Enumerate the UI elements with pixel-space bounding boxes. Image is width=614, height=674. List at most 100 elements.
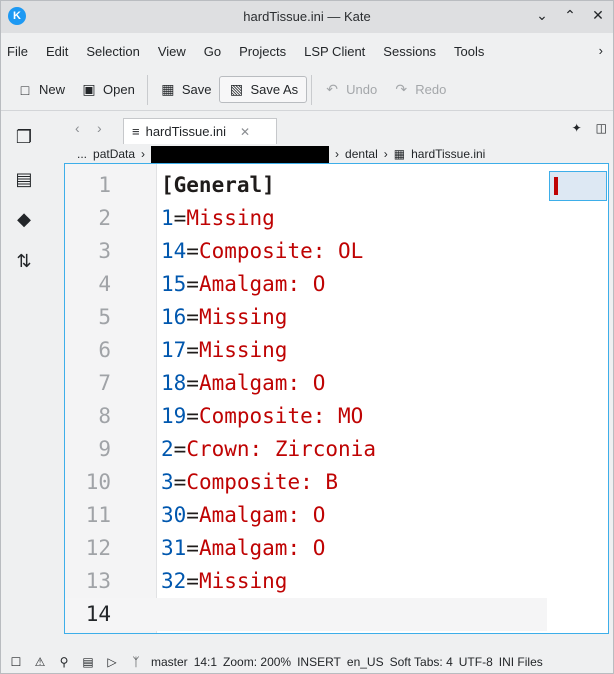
- line-number: 7: [98, 371, 111, 395]
- input-mode[interactable]: INSERT: [297, 655, 341, 669]
- ini-key: 15: [161, 272, 187, 296]
- symbol-outline-icon[interactable]: ⇅: [13, 250, 35, 272]
- ini-equals: =: [173, 470, 187, 494]
- ini-equals: =: [186, 272, 199, 296]
- ini-key: 31: [161, 536, 187, 560]
- new-document-icon: □: [20, 81, 30, 98]
- breadcrumb-item-dental[interactable]: dental: [345, 147, 378, 161]
- code-line: 30=Amalgam: O: [161, 499, 325, 532]
- git-branch-icon: ᛉ: [132, 655, 140, 669]
- ini-equals: =: [186, 404, 199, 428]
- pin-icon[interactable]: ✦: [572, 121, 582, 135]
- ini-equals: =: [186, 305, 199, 329]
- encoding[interactable]: UTF-8: [459, 655, 493, 669]
- ini-key: 18: [161, 371, 187, 395]
- maximize-icon[interactable]: ⌃: [563, 7, 577, 24]
- line-number: 14: [85, 602, 111, 626]
- window-title: hardTissue.ini — Kate: [243, 9, 371, 24]
- indentation[interactable]: Soft Tabs: 4: [390, 655, 453, 669]
- menu-tools[interactable]: Tools: [445, 44, 493, 59]
- ini-value: Composite: B: [186, 470, 339, 494]
- terminal-icon[interactable]: ▷: [103, 655, 121, 669]
- redo-button[interactable]: ↷ Redo: [385, 77, 454, 102]
- menu-lsp-client[interactable]: LSP Client: [295, 44, 374, 59]
- menu-sessions[interactable]: Sessions: [374, 44, 445, 59]
- git-branch[interactable]: master: [151, 655, 188, 669]
- projects-panel-icon[interactable]: ▤: [13, 168, 35, 190]
- breadcrumb-ellipsis[interactable]: ...: [77, 147, 87, 161]
- open-button[interactable]: ▣ Open: [73, 77, 143, 102]
- split-view-icon[interactable]: ◫: [596, 121, 607, 135]
- menu-file[interactable]: File: [1, 44, 37, 59]
- line-number: 10: [85, 470, 111, 494]
- menu-view[interactable]: View: [149, 44, 195, 59]
- toolbar-separator: [146, 74, 148, 105]
- line-number: 9: [98, 437, 111, 461]
- code-line: 14=Composite: OL: [161, 235, 363, 268]
- menu-bar: File Edit Selection View Go Projects LSP…: [1, 38, 613, 64]
- undo-icon: ↶: [326, 81, 339, 97]
- breadcrumb-separator-icon: ›: [141, 147, 146, 161]
- back-arrow-icon[interactable]: ‹: [75, 120, 80, 136]
- ini-equals: =: [186, 338, 199, 362]
- ini-key: 1: [161, 206, 174, 230]
- breadcrumb-item-patdata[interactable]: patData: [93, 147, 135, 161]
- open-document-icon: ▣: [82, 81, 96, 97]
- code-line: 18=Amalgam: O: [161, 367, 325, 400]
- close-icon[interactable]: ✕: [591, 7, 605, 24]
- ini-value: Amalgam: O: [198, 503, 326, 527]
- text-editor[interactable]: 1 [General] 2 1=Missing 3 14=Composite: OL 4 15…: [64, 163, 609, 634]
- cursor-position[interactable]: 14:1: [194, 655, 217, 669]
- ini-value: Missing: [198, 569, 288, 593]
- line-number: 8: [98, 404, 111, 428]
- ini-value: Missing: [198, 338, 288, 362]
- left-sidebar: ❐ ▤ ◆ ⇅: [1, 112, 47, 644]
- git-icon[interactable]: ◆: [13, 208, 35, 230]
- search-icon[interactable]: ⚲: [55, 655, 73, 669]
- menu-edit[interactable]: Edit: [37, 44, 77, 59]
- code-line: 2=Crown: Zirconia: [161, 433, 376, 466]
- status-bar: ☐ ⚠ ⚲ ▤ ▷ ᛉ master 14:1 Zoom: 200% INSER…: [1, 651, 613, 673]
- minimap-scrollbar[interactable]: [547, 164, 608, 633]
- line-number: 1: [98, 173, 111, 197]
- ini-equals: =: [186, 371, 199, 395]
- menu-selection[interactable]: Selection: [77, 44, 148, 59]
- minimize-icon[interactable]: ⌄: [535, 7, 549, 24]
- save-button[interactable]: ▦ Save: [152, 77, 220, 102]
- forward-arrow-icon[interactable]: ›: [97, 120, 102, 136]
- new-button[interactable]: □ New: [9, 78, 73, 102]
- redo-label: Redo: [415, 82, 447, 97]
- code-line: 1=Missing: [161, 202, 275, 235]
- save-as-button[interactable]: ▧ Save As: [219, 76, 308, 103]
- tab-hardtissue[interactable]: ≡ hardTissue.ini ✕: [123, 118, 277, 144]
- save-label: Save: [181, 82, 212, 97]
- tab-bar-actions: ✦ ◫: [572, 121, 607, 135]
- undo-button[interactable]: ↶ Undo: [316, 77, 385, 102]
- ini-key: 17: [161, 338, 187, 362]
- diagnostics-icon[interactable]: ⚠: [31, 655, 49, 669]
- ini-file-icon: ≡: [132, 124, 140, 139]
- chat-icon[interactable]: ☐: [7, 655, 25, 669]
- line-number: 4: [98, 272, 111, 296]
- code-line: 3=Composite: B: [161, 466, 338, 499]
- menu-projects[interactable]: Projects: [230, 44, 295, 59]
- line-number: 11: [85, 503, 111, 527]
- output-icon[interactable]: ▤: [79, 655, 97, 669]
- ini-equals: =: [186, 536, 199, 560]
- breadcrumb-item-file[interactable]: hardTissue.ini: [411, 147, 485, 161]
- menu-go[interactable]: Go: [195, 44, 230, 59]
- ini-value: Crown: Zirconia: [186, 437, 376, 461]
- documents-panel-icon[interactable]: ❐: [13, 126, 35, 148]
- breadcrumb-separator-icon: ›: [383, 147, 388, 161]
- dictionary[interactable]: en_US: [347, 655, 384, 669]
- zoom-level[interactable]: Zoom: 200%: [223, 655, 291, 669]
- file-type[interactable]: INI Files: [499, 655, 543, 669]
- redo-icon: ↷: [395, 81, 408, 97]
- minimap-viewport[interactable]: [549, 171, 607, 201]
- line-number: 6: [98, 338, 111, 362]
- kate-window: K hardTissue.ini — Kate ⌄ ⌃ ✕ File Edit …: [0, 0, 614, 674]
- ini-key: 3: [161, 470, 174, 494]
- undo-label: Undo: [346, 82, 378, 97]
- tab-close-icon[interactable]: ✕: [240, 125, 250, 139]
- menu-overflow-icon[interactable]: ›: [599, 43, 603, 58]
